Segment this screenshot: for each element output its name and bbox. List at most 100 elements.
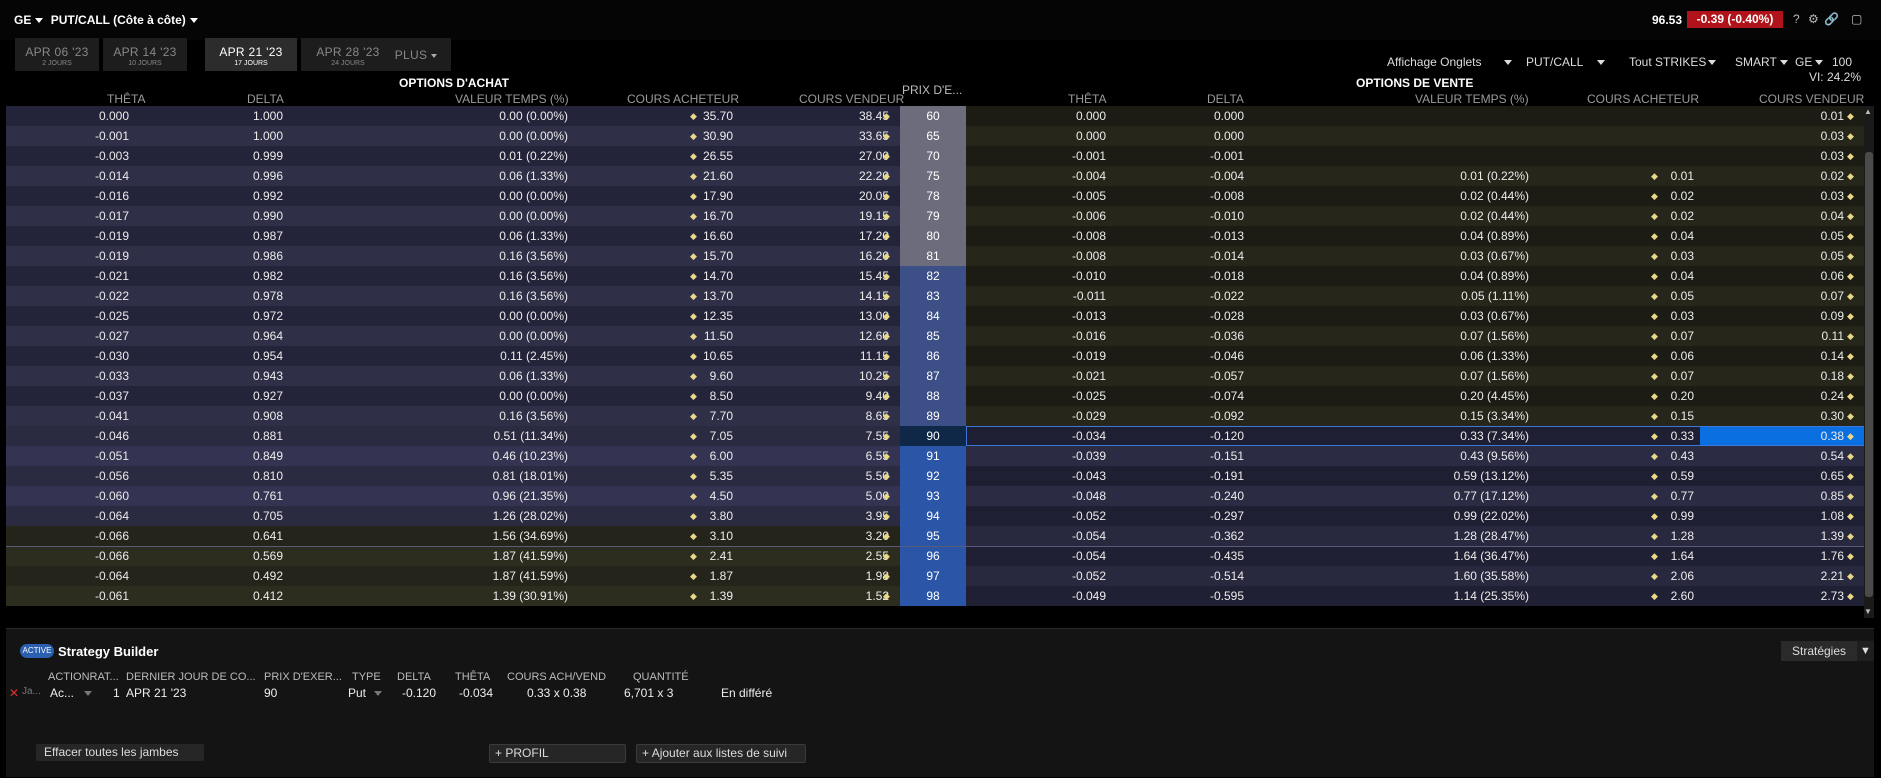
strike-cell[interactable]: 96 [900, 546, 966, 566]
cell-p-bid[interactable]: 0.20 [1671, 386, 1694, 406]
cell-p-delta[interactable]: -0.010 [1210, 206, 1244, 226]
cell-c-tv[interactable]: 0.00 (0.00%) [499, 206, 568, 226]
clear-legs-button[interactable]: Effacer toutes les jambes [36, 744, 204, 761]
cell-c-bid[interactable]: 10.65 [703, 346, 733, 366]
cell-c-delta[interactable]: 0.908 [253, 406, 283, 426]
symbol-dropdown[interactable]: GE [1795, 55, 1824, 69]
cell-p-theta[interactable]: 0.000 [1076, 106, 1106, 126]
cell-c-theta[interactable]: -0.014 [95, 166, 129, 186]
table-row[interactable]: 81 -0.019 0.986 0.16 (3.56%) 15.70 ◆ 16.20 ◆ -0.… [6, 246, 1866, 266]
cell-c-bid[interactable]: 3.80 [710, 506, 733, 526]
cell-c-theta[interactable]: -0.060 [95, 486, 129, 506]
table-row[interactable]: 98 -0.061 0.412 1.39 (30.91%) 1.39 ◆ 1.52 ◆ -0.0… [6, 586, 1866, 606]
strike-cell[interactable]: 84 [900, 306, 966, 326]
active-toggle[interactable]: ACTIVE [20, 644, 54, 658]
tab-apr14[interactable]: APR 14 '23 10 JOURS [103, 38, 187, 71]
scrollbar-thumb[interactable] [1865, 152, 1873, 597]
cell-p-delta[interactable]: -0.074 [1210, 386, 1244, 406]
cell-p-theta[interactable]: -0.052 [1072, 566, 1106, 586]
cell-c-tv[interactable]: 1.39 (30.91%) [493, 586, 568, 606]
cell-c-theta[interactable]: -0.001 [95, 126, 129, 146]
cell-p-tv[interactable]: 0.15 (3.34%) [1460, 406, 1529, 426]
cell-c-delta[interactable]: 0.964 [253, 326, 283, 346]
cell-p-delta[interactable]: -0.514 [1210, 566, 1244, 586]
strike-cell[interactable]: 92 [900, 466, 966, 486]
cell-p-bid[interactable]: 0.59 [1671, 466, 1694, 486]
cell-c-tv[interactable]: 0.00 (0.00%) [499, 106, 568, 126]
cell-p-theta[interactable]: -0.008 [1072, 246, 1106, 266]
col-header-call-timevalue[interactable]: VALEUR TEMPS (%) [455, 92, 569, 106]
cell-c-bid[interactable]: 13.70 [703, 286, 733, 306]
chevron-down-icon[interactable] [189, 18, 198, 24]
cell-c-tv[interactable]: 0.00 (0.00%) [499, 186, 568, 206]
cell-c-bid[interactable]: 9.60 [710, 366, 733, 386]
strike-cell[interactable]: 94 [900, 506, 966, 526]
cell-c-theta[interactable]: -0.046 [95, 426, 129, 446]
cell-p-theta[interactable]: -0.039 [1072, 446, 1106, 466]
cell-c-bid[interactable]: 35.70 [703, 106, 733, 126]
cell-c-theta[interactable]: -0.064 [95, 566, 129, 586]
cell-c-theta[interactable]: -0.016 [95, 186, 129, 206]
cell-c-delta[interactable]: 0.992 [253, 186, 283, 206]
table-row[interactable]: 60 0.000 1.000 0.00 (0.00%) 35.70 ◆ 38.45 ◆ 0.00… [6, 106, 1866, 126]
cell-c-tv[interactable]: 0.16 (3.56%) [499, 406, 568, 426]
cell-c-tv[interactable]: 0.01 (0.22%) [499, 146, 568, 166]
cell-p-delta[interactable]: -0.001 [1210, 146, 1244, 166]
table-row[interactable]: 65 -0.001 1.000 0.00 (0.00%) 30.90 ◆ 33.65 ◆ 0.0… [6, 126, 1866, 146]
add-watchlist-button[interactable]: + Ajouter aux listes de suivi [636, 744, 806, 763]
expand-icon[interactable]: ▢ [1851, 12, 1862, 26]
cell-c-tv[interactable]: 0.00 (0.00%) [499, 306, 568, 326]
cell-p-bid[interactable]: 0.03 [1671, 306, 1694, 326]
cell-p-tv[interactable]: 0.06 (1.33%) [1460, 346, 1529, 366]
cell-c-theta[interactable]: -0.027 [95, 326, 129, 346]
cell-c-bid[interactable]: 11.50 [704, 326, 733, 346]
display-dropdown[interactable]: Affichage Onglets [1387, 55, 1512, 69]
cell-c-bid[interactable]: 16.70 [703, 206, 733, 226]
cell-p-bid[interactable]: 0.02 [1671, 206, 1694, 226]
table-row[interactable]: 83 -0.022 0.978 0.16 (3.56%) 13.70 ◆ 14.15 ◆ -0.… [6, 286, 1866, 306]
cell-p-theta[interactable]: -0.049 [1072, 586, 1106, 606]
cell-p-delta[interactable]: 0.000 [1214, 126, 1244, 146]
cell-c-theta[interactable]: -0.033 [95, 366, 129, 386]
cell-p-delta[interactable]: -0.013 [1210, 226, 1244, 246]
cell-c-bid[interactable]: 1.87 [710, 566, 733, 586]
cell-c-bid[interactable]: 1.39 [710, 586, 733, 606]
cell-p-bid[interactable]: 0.15 [1671, 406, 1694, 426]
cell-c-delta[interactable]: 0.641 [253, 526, 283, 546]
table-row[interactable]: 70 -0.003 0.999 0.01 (0.22%) 26.55 ◆ 27.00 ◆ -0.… [6, 146, 1866, 166]
table-row[interactable]: 75 -0.014 0.996 0.06 (1.33%) 21.60 ◆ 22.20 ◆ -0.… [6, 166, 1866, 186]
cell-p-delta[interactable]: -0.092 [1210, 406, 1244, 426]
table-row[interactable]: 80 -0.019 0.987 0.06 (1.33%) 16.60 ◆ 17.20 ◆ -0.… [6, 226, 1866, 246]
cell-p-theta[interactable]: -0.052 [1072, 506, 1106, 526]
cell-p-delta[interactable]: 0.000 [1214, 106, 1244, 126]
cell-p-ask[interactable]: 0.11 [1822, 326, 1844, 346]
cell-p-theta[interactable]: -0.004 [1072, 166, 1106, 186]
cell-c-delta[interactable]: 0.987 [253, 226, 283, 246]
cell-p-ask[interactable]: 0.09 [1821, 306, 1844, 326]
cell-p-bid[interactable]: 0.04 [1671, 266, 1694, 286]
cell-c-delta[interactable]: 1.000 [253, 126, 283, 146]
cell-c-theta[interactable]: -0.051 [95, 446, 129, 466]
cell-c-bid[interactable]: 5.35 [710, 466, 733, 486]
cell-p-bid[interactable]: 0.01 [1671, 166, 1694, 186]
cell-p-ask[interactable]: 0.03 [1821, 146, 1844, 166]
cell-c-tv[interactable]: 1.87 (41.59%) [493, 546, 568, 566]
cell-c-theta[interactable]: -0.019 [95, 246, 129, 266]
cell-c-bid[interactable]: 30.90 [703, 126, 733, 146]
cell-c-delta[interactable]: 0.972 [253, 306, 283, 326]
table-row[interactable]: 88 -0.037 0.927 0.00 (0.00%) 8.50 ◆ 9.40 ◆ -0.02… [6, 386, 1866, 406]
cell-p-theta[interactable]: -0.029 [1072, 406, 1106, 426]
cell-c-theta[interactable]: -0.066 [95, 546, 129, 566]
strike-cell[interactable]: 80 [900, 226, 966, 246]
cell-p-theta[interactable]: -0.025 [1072, 386, 1106, 406]
cell-c-theta[interactable]: -0.064 [95, 506, 129, 526]
cell-c-bid[interactable]: 21.60 [703, 166, 733, 186]
cell-c-tv[interactable]: 0.81 (18.01%) [493, 466, 568, 486]
cell-c-delta[interactable]: 0.761 [253, 486, 283, 506]
cell-p-ask[interactable]: 1.39 [1821, 526, 1844, 546]
cell-c-delta[interactable]: 0.954 [253, 346, 283, 366]
cell-p-tv[interactable]: 0.77 (17.12%) [1454, 486, 1529, 506]
table-row[interactable]: 89 -0.041 0.908 0.16 (3.56%) 7.70 ◆ 8.65 ◆ -0.02… [6, 406, 1866, 426]
cell-p-tv[interactable]: 0.99 (22.02%) [1454, 506, 1529, 526]
cell-p-ask[interactable]: 0.01 [1821, 106, 1844, 126]
